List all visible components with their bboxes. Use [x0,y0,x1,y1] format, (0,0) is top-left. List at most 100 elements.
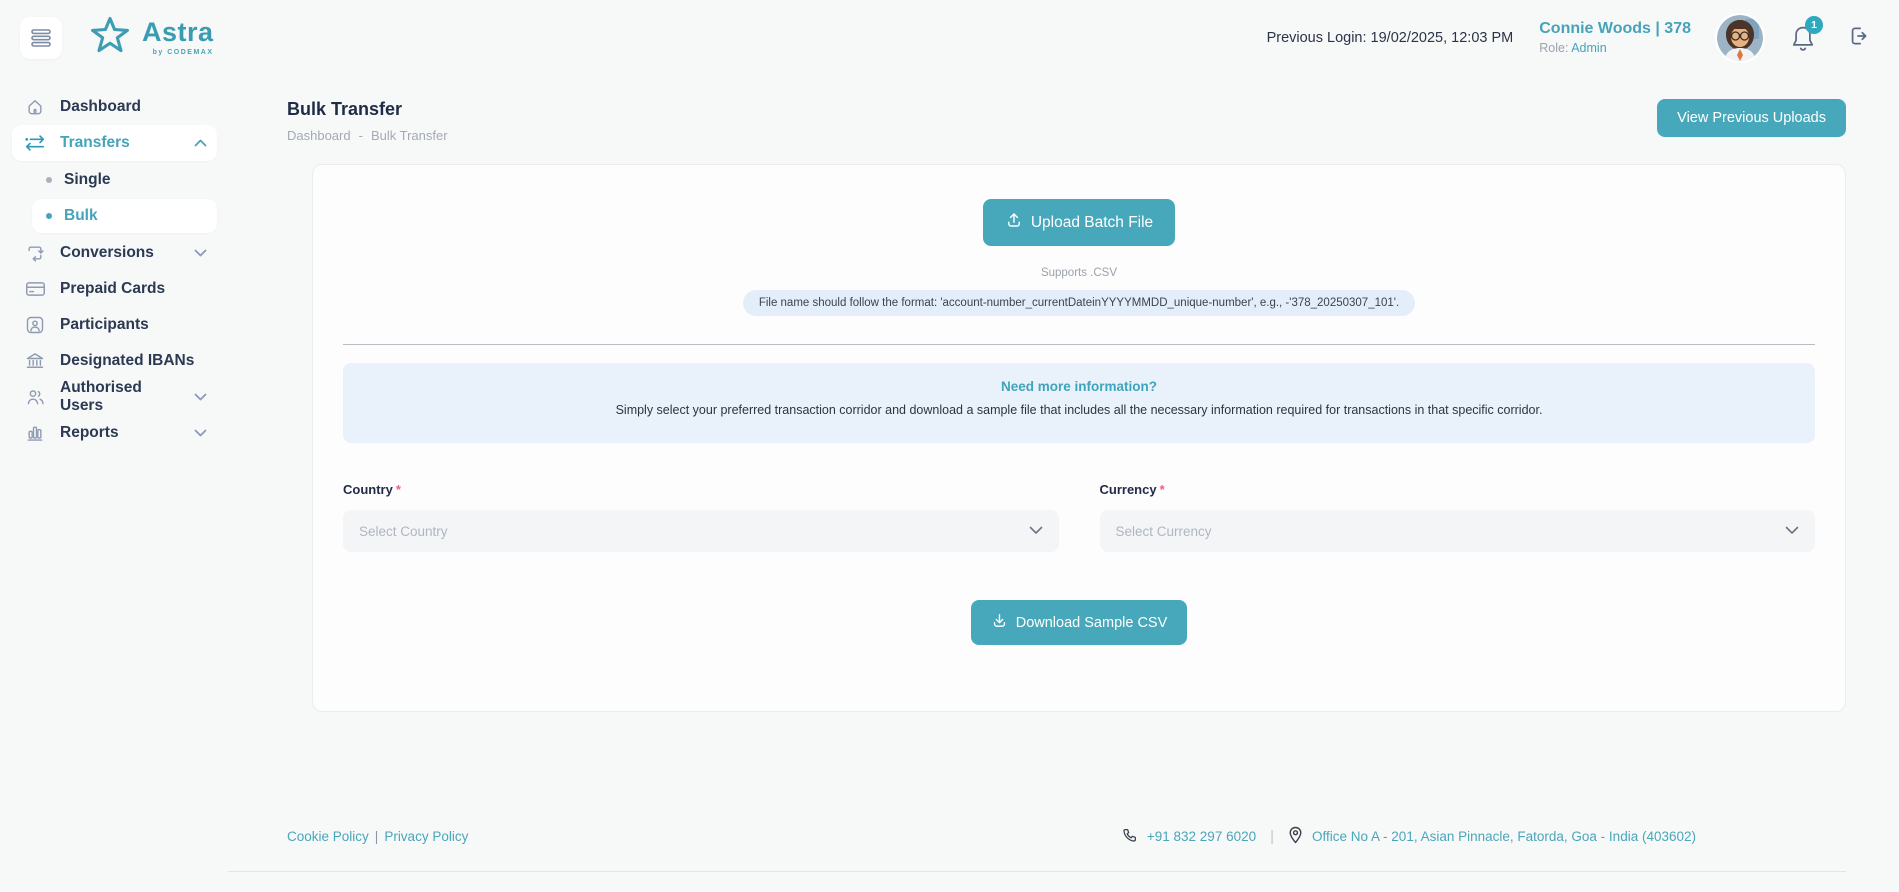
page-header: Bulk Transfer Dashboard - Bulk Transfer … [287,99,1846,143]
sidebar: Dashboard Transfers [0,75,227,892]
phone-contact: +91 832 297 6020 [1122,827,1256,846]
credit-card-icon [24,280,46,298]
role-label: Role: [1539,41,1568,55]
page-footer: Cookie Policy | Privacy Policy +91 832 2… [287,808,1846,871]
card-divider [343,344,1815,345]
bullet-icon [46,177,52,183]
sidebar-item-transfers[interactable]: Transfers [12,125,217,161]
sidebar-item-authorised-users[interactable]: Authorised Users [12,379,217,415]
sidebar-item-dashboard[interactable]: Dashboard [12,89,217,125]
conversions-icon [24,243,46,263]
bar-chart-icon [24,423,46,443]
sidebar-item-label: Authorised Users [60,379,180,415]
required-mark: * [396,482,401,497]
chevron-down-icon [1029,522,1043,540]
country-label: Country* [343,482,1059,497]
sidebar-item-label: Reports [60,424,119,442]
body-row: Dashboard Transfers [0,75,1899,892]
bullet-icon [46,213,52,219]
privacy-policy-link[interactable]: Privacy Policy [384,829,468,844]
sidebar-item-prepaid-cards[interactable]: Prepaid Cards [12,271,217,307]
currency-select-placeholder: Select Currency [1116,524,1212,539]
header-right: Previous Login: 19/02/2025, 12:03 PM Con… [1267,15,1871,61]
sidebar-item-label: Transfers [60,134,130,152]
sidebar-item-label: Participants [60,316,149,334]
currency-label-text: Currency [1100,482,1157,497]
logout-button[interactable] [1845,23,1871,52]
country-select[interactable]: Select Country [343,510,1059,552]
country-field: Country* Select Country [343,482,1059,552]
sidebar-item-label: Single [64,171,111,189]
phone-icon [1122,827,1138,846]
sidebar-item-label: Bulk [64,207,98,225]
bell-icon [1789,40,1817,57]
office-address[interactable]: Office No A - 201, Asian Pinnacle, Fator… [1312,829,1696,844]
users-icon [24,387,46,407]
cookie-policy-link[interactable]: Cookie Policy [287,829,369,844]
country-select-placeholder: Select Country [359,524,448,539]
role-value: Admin [1571,41,1606,55]
sidebar-item-designated-ibans[interactable]: Designated IBANs [12,343,217,379]
page-heading-block: Bulk Transfer Dashboard - Bulk Transfer [287,99,448,143]
contact-divider: | [1270,828,1274,845]
logo-name: Astra [142,19,214,46]
logout-icon [1845,23,1871,52]
country-label-text: Country [343,482,393,497]
sidebar-toggle-button[interactable] [20,17,62,59]
view-previous-uploads-button[interactable]: View Previous Uploads [1657,99,1846,137]
star-logo-icon [88,13,132,62]
chevron-down-icon [194,249,207,257]
user-name: Connie Woods | 378 [1539,20,1691,38]
sidebar-item-single[interactable]: Single [32,163,217,197]
footer-links: Cookie Policy | Privacy Policy [287,829,468,844]
phone-number[interactable]: +91 832 297 6020 [1147,829,1256,844]
user-info[interactable]: Connie Woods | 378 Role: Admin [1539,20,1691,55]
home-icon [24,97,46,117]
avatar[interactable] [1717,15,1763,61]
filename-format-note: File name should follow the format: 'acc… [743,290,1415,316]
sidebar-item-conversions[interactable]: Conversions [12,235,217,271]
chevron-down-icon [1785,522,1799,540]
sidebar-item-participants[interactable]: Participants [12,307,217,343]
currency-field: Currency* Select Currency [1100,482,1816,552]
app-root: Astra by CODEMAX Previous Login: 19/02/2… [0,0,1899,892]
currency-select[interactable]: Select Currency [1100,510,1816,552]
chevron-down-icon [194,429,207,437]
main-content: Bulk Transfer Dashboard - Bulk Transfer … [227,75,1899,892]
upload-batch-file-button[interactable]: Upload Batch File [983,199,1175,246]
sidebar-item-bulk[interactable]: Bulk [32,199,217,233]
page-title: Bulk Transfer [287,99,448,120]
footer-contact: +91 832 297 6020 | Office No A - 201, As… [1122,826,1696,847]
transfers-icon [24,134,46,152]
user-role: Role: Admin [1539,41,1691,55]
breadcrumb-separator: - [359,128,363,143]
sidebar-item-reports[interactable]: Reports [12,415,217,451]
previous-login-text: Previous Login: 19/02/2025, 12:03 PM [1267,30,1514,46]
upload-button-label: Upload Batch File [1031,214,1153,232]
corridor-form: Country* Select Country [343,482,1815,552]
participant-icon [24,315,46,335]
header-left: Astra by CODEMAX [20,13,214,62]
app-logo[interactable]: Astra by CODEMAX [88,13,214,62]
download-wrap: Download Sample CSV [971,600,1188,645]
required-mark: * [1160,482,1165,497]
breadcrumb-current: Bulk Transfer [371,128,448,143]
notifications-button[interactable]: 1 [1789,23,1819,53]
sidebar-item-label: Prepaid Cards [60,280,165,298]
logo-byline: by CODEMAX [142,49,214,56]
supports-csv-text: Supports .CSV [1041,267,1117,279]
info-box-body: Simply select your preferred transaction… [403,403,1755,417]
download-sample-csv-button[interactable]: Download Sample CSV [971,600,1188,645]
breadcrumb: Dashboard - Bulk Transfer [287,128,448,143]
download-button-label: Download Sample CSV [1016,615,1168,631]
breadcrumb-dashboard[interactable]: Dashboard [287,128,351,143]
upload-icon [1005,211,1023,234]
top-header: Astra by CODEMAX Previous Login: 19/02/2… [0,0,1899,75]
sidebar-item-label: Conversions [60,244,154,262]
info-box-title: Need more information? [403,379,1755,394]
address-contact: Office No A - 201, Asian Pinnacle, Fator… [1288,826,1696,847]
download-icon [991,612,1008,633]
location-pin-icon [1288,826,1303,847]
bottom-divider [228,871,1846,872]
footer-links-separator: | [375,829,379,844]
